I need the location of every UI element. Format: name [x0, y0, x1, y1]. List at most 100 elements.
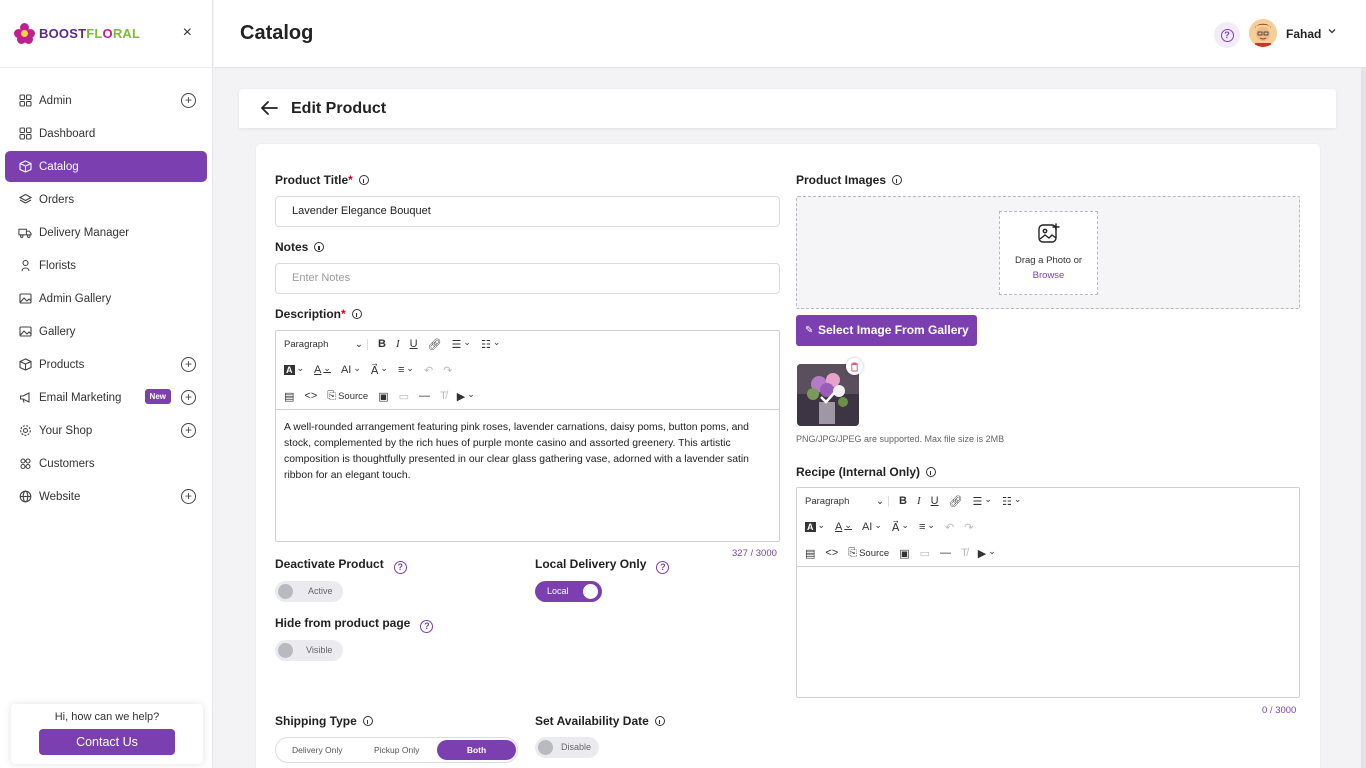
info-icon[interactable]	[362, 716, 373, 726]
sidebar-item-label: Florists	[39, 259, 77, 272]
numbered-list-icon[interactable]: ☷	[1002, 495, 1021, 508]
code-icon[interactable]: <>	[825, 547, 838, 559]
help-text: Hi, how can we help?	[54, 711, 160, 723]
undo-icon[interactable]: ↶	[424, 364, 433, 377]
table-icon[interactable]: ▤	[805, 547, 815, 560]
bold-icon[interactable]: B	[899, 495, 907, 507]
undo-icon[interactable]: ↶	[945, 521, 954, 534]
html-embed-icon[interactable]: ▭	[920, 547, 930, 560]
bold-icon[interactable]: B	[378, 338, 386, 350]
insert-image-icon[interactable]: ▣	[899, 547, 909, 560]
chevron-down-icon[interactable]	[1327, 26, 1337, 39]
info-icon[interactable]	[351, 309, 362, 319]
sidebar-item-your-shop[interactable]: Your Shop +	[5, 414, 207, 447]
close-sidebar-icon[interactable]: ×	[183, 24, 192, 42]
font-family-icon[interactable]: A⃗	[371, 364, 388, 377]
bullet-list-icon[interactable]: ☰	[973, 495, 992, 508]
sidebar-item-florists[interactable]: Florists	[5, 249, 207, 282]
delete-image-icon[interactable]	[846, 358, 863, 375]
help-button[interactable]: ?	[1214, 22, 1240, 48]
contact-us-button[interactable]: Contact Us	[39, 729, 175, 755]
expand-plus-icon[interactable]: +	[181, 423, 196, 438]
sidebar-item-delivery-manager[interactable]: Delivery Manager	[5, 216, 207, 249]
expand-plus-icon[interactable]: +	[181, 489, 196, 504]
html-embed-icon[interactable]: ▭	[399, 390, 409, 403]
code-icon[interactable]: <>	[304, 390, 317, 402]
font-color-icon[interactable]: A	[314, 364, 331, 376]
brand-logo[interactable]: BOOSTFLORAL ×	[0, 0, 212, 68]
font-family-icon[interactable]: A⃗	[892, 521, 909, 534]
insert-image-icon[interactable]: ▣	[378, 390, 388, 403]
question-icon[interactable]: ?	[656, 561, 670, 574]
expand-plus-icon[interactable]: +	[181, 93, 196, 108]
question-icon[interactable]: ?	[420, 620, 434, 633]
question-icon[interactable]: ?	[393, 561, 407, 574]
sidebar-item-customers[interactable]: Customers	[5, 447, 207, 480]
paragraph-select[interactable]: Paragraph ⌄	[805, 495, 889, 507]
table-icon[interactable]: ▤	[284, 390, 294, 403]
paragraph-select[interactable]: Paragraph ⌄	[284, 338, 368, 350]
sidebar-item-catalog[interactable]: Catalog	[5, 151, 207, 182]
recipe-text-area[interactable]	[797, 566, 1299, 697]
shipping-option-delivery-only[interactable]: Delivery Only	[292, 745, 343, 755]
align-icon[interactable]: ≡	[919, 521, 935, 533]
shipping-option-both[interactable]: Both	[437, 740, 516, 760]
sidebar-item-admin-gallery[interactable]: Admin Gallery	[5, 282, 207, 315]
font-size-icon[interactable]: AI	[862, 521, 882, 533]
redo-icon[interactable]: ↷	[443, 364, 452, 377]
info-icon[interactable]	[358, 175, 369, 185]
avatar[interactable]	[1249, 19, 1277, 47]
local-delivery-toggle[interactable]: Local	[535, 581, 602, 602]
upload-box[interactable]: Drag a Photo or Browse	[999, 211, 1098, 295]
align-icon[interactable]: ≡	[398, 364, 414, 376]
source-button[interactable]: ⎘ Source	[848, 547, 889, 560]
horizontal-line-icon[interactable]: —	[940, 547, 951, 559]
source-button[interactable]: ⎘ Source	[327, 390, 368, 403]
numbered-list-icon[interactable]: ☷	[481, 338, 500, 351]
media-embed-icon[interactable]: ▶	[978, 547, 996, 560]
sidebar-item-admin[interactable]: Admin +	[5, 84, 207, 117]
product-title-input[interactable]: Lavender Elegance Bouquet	[275, 196, 780, 227]
link-icon[interactable]: 🔗︎	[949, 495, 963, 508]
italic-icon[interactable]: I	[396, 338, 400, 350]
description-text[interactable]: A well-rounded arrangement featuring pin…	[276, 409, 779, 543]
underline-icon[interactable]: U	[931, 495, 939, 507]
sidebar-item-label: Catalog	[39, 160, 79, 173]
hide-product-toggle[interactable]: Visible	[275, 640, 343, 661]
deactivate-toggle[interactable]: Active	[275, 581, 343, 602]
availability-date-toggle[interactable]: Disable	[535, 737, 599, 758]
font-color-icon[interactable]: A	[835, 521, 852, 533]
font-background-color-icon[interactable]: A	[805, 522, 825, 533]
back-arrow-icon[interactable]	[259, 99, 279, 122]
sidebar-item-email-marketing[interactable]: Email Marketing New +	[5, 381, 207, 414]
font-size-icon[interactable]: AI	[341, 364, 361, 376]
underline-icon[interactable]: U	[410, 338, 418, 350]
link-icon[interactable]: 🔗︎	[428, 338, 442, 351]
sidebar-item-website[interactable]: Website +	[5, 480, 207, 513]
expand-plus-icon[interactable]: +	[181, 357, 196, 372]
remove-format-icon[interactable]: T̸	[440, 390, 447, 402]
sidebar-item-orders[interactable]: Orders	[5, 183, 207, 216]
browse-link[interactable]: Browse	[1000, 270, 1097, 281]
shipping-option-pickup-only[interactable]: Pickup Only	[374, 745, 419, 755]
info-icon[interactable]	[314, 242, 325, 252]
horizontal-line-icon[interactable]: —	[419, 390, 430, 402]
info-icon[interactable]	[926, 467, 937, 477]
page-scrollbar[interactable]	[1361, 68, 1366, 768]
redo-icon[interactable]: ↷	[964, 521, 973, 534]
media-embed-icon[interactable]: ▶	[457, 390, 475, 403]
info-icon[interactable]	[654, 716, 665, 726]
image-dropzone[interactable]: Drag a Photo or Browse	[796, 196, 1300, 309]
select-from-gallery-button[interactable]: Select Image From Gallery	[796, 315, 977, 346]
remove-format-icon[interactable]: T̸	[961, 547, 968, 559]
user-name[interactable]: Fahad	[1286, 27, 1321, 41]
italic-icon[interactable]: I	[917, 495, 921, 507]
sidebar-item-products[interactable]: Products +	[5, 348, 207, 381]
sidebar-item-dashboard[interactable]: Dashboard	[5, 117, 207, 150]
info-icon[interactable]	[892, 175, 903, 185]
expand-plus-icon[interactable]: +	[181, 390, 196, 405]
font-background-color-icon[interactable]: A	[284, 365, 304, 376]
bullet-list-icon[interactable]: ☰	[452, 338, 471, 351]
notes-input[interactable]: Enter Notes	[275, 263, 780, 294]
sidebar-item-gallery[interactable]: Gallery	[5, 315, 207, 348]
